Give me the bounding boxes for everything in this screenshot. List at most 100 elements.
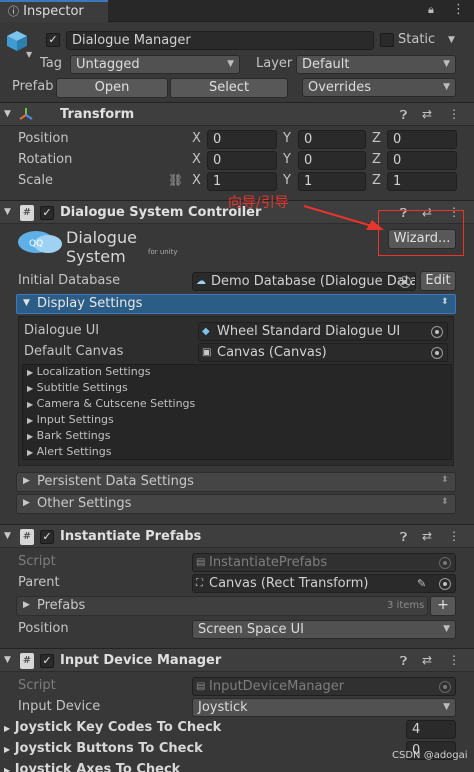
object-picker-icon[interactable]: [439, 578, 451, 590]
idm-enabled-checkbox[interactable]: ✓: [40, 654, 54, 668]
edit-button[interactable]: Edit: [420, 271, 456, 291]
prefabs-label: Prefabs: [37, 598, 86, 613]
scale-z-input[interactable]: 1: [387, 172, 457, 191]
rotation-label: Rotation: [18, 152, 73, 167]
script-file-icon: ▤: [196, 557, 206, 568]
static-checkbox[interactable]: [380, 33, 394, 47]
tag-dropdown[interactable]: Untagged ▼: [70, 55, 240, 74]
object-picker-icon[interactable]: [431, 347, 443, 359]
position-z-input[interactable]: 0: [387, 130, 457, 149]
annotation-label: 向导/引导: [228, 195, 289, 211]
database-icon: ☁︎: [196, 276, 206, 287]
presets-icon[interactable]: ⇄: [422, 529, 432, 543]
prefab-cube-icon: ◆: [202, 326, 210, 337]
object-picker-icon: [439, 557, 451, 569]
other-settings-foldout[interactable]: ▶ Other Settings ⬍: [16, 494, 456, 514]
joystick-buttons-label: Joystick Buttons To Check: [14, 741, 203, 756]
dialogue-ui-field[interactable]: ◆ Wheel Standard Dialogue UI: [198, 322, 448, 341]
input-device-manager-header[interactable]: ▼ # ✓ Input Device Manager ❓︎ ⇄ ⋮: [0, 648, 474, 672]
active-checkbox[interactable]: ✓: [46, 33, 60, 47]
overrides-value: Overrides: [308, 80, 372, 95]
prefab-select-button[interactable]: Select: [170, 78, 288, 98]
gameobject-name-input[interactable]: Dialogue Manager: [66, 31, 374, 50]
constrain-proportions-icon[interactable]: ⛓︎: [168, 173, 183, 187]
joystick-axes-label: Joystick Axes To Check: [14, 762, 181, 772]
initial-database-field[interactable]: ☁︎ Demo Database (Dialogue Data: [192, 272, 416, 291]
reorder-icon: ⬍: [441, 475, 449, 485]
ip-enabled-checkbox[interactable]: ✓: [40, 530, 54, 544]
tab-inspector[interactable]: ⓘ Inspector: [0, 0, 108, 22]
tab-label: Inspector: [23, 4, 84, 19]
display-settings-foldout[interactable]: ▼ Display Settings ⬍: [16, 294, 456, 314]
help-icon[interactable]: ❓︎: [400, 654, 407, 669]
input-device-dropdown[interactable]: Joystick ▼: [192, 698, 456, 717]
wizard-button[interactable]: Wizard...: [388, 229, 456, 249]
bark-settings-foldout[interactable]: ▶ Bark Settings: [27, 429, 110, 442]
prefab-overrides-dropdown[interactable]: Overrides ▼: [302, 78, 456, 97]
camera-cutscene-settings-foldout[interactable]: ▶ Camera & Cutscene Settings: [27, 397, 195, 410]
persistent-data-settings-foldout[interactable]: ▶ Persistent Data Settings ⬍: [16, 472, 456, 492]
help-icon[interactable]: ❓︎: [400, 108, 407, 123]
layer-dropdown[interactable]: Default ▼: [296, 55, 456, 74]
axis-z-label: Z: [372, 173, 381, 188]
presets-icon[interactable]: ⇄: [422, 107, 432, 121]
axis-y-label: Y: [283, 131, 291, 146]
context-menu-icon[interactable]: ⋮: [448, 107, 460, 121]
position-x-input[interactable]: 0: [207, 130, 277, 149]
help-icon[interactable]: ❓︎: [400, 530, 407, 545]
dsc-enabled-checkbox[interactable]: ✓: [40, 206, 54, 220]
scale-y-input[interactable]: 1: [298, 172, 366, 191]
idm-script-field: ▤ InputDeviceManager: [192, 677, 456, 696]
static-dropdown-caret[interactable]: ▼: [448, 35, 455, 45]
other-settings-label: Other Settings: [37, 496, 132, 511]
instantiate-prefabs-header[interactable]: ▼ # ✓ Instantiate Prefabs ❓︎ ⇄ ⋮: [0, 524, 474, 548]
ip-position-label: Position: [18, 621, 69, 636]
localization-settings-foldout[interactable]: ▶ Localization Settings: [27, 365, 150, 378]
context-menu-icon[interactable]: ⋮: [448, 653, 460, 667]
parent-field[interactable]: ⛶ Canvas (Rect Transform) ✎: [192, 574, 456, 593]
ip-position-dropdown[interactable]: Screen Space UI ▼: [192, 620, 456, 639]
foldout-arrow-icon: ▼: [23, 298, 30, 308]
position-y-input[interactable]: 0: [298, 130, 366, 149]
presets-icon[interactable]: ⇄: [422, 653, 432, 667]
object-picker-icon[interactable]: [399, 276, 411, 288]
rotation-x-input[interactable]: 0: [207, 151, 277, 170]
svg-text:QQ: QQ: [29, 239, 43, 249]
rotation-y-input[interactable]: 0: [298, 151, 366, 170]
joystick-axes-foldout[interactable]: ▶ Joystick Axes To Check: [4, 762, 180, 772]
icon-dropdown-caret[interactable]: ▼: [26, 50, 32, 59]
foldout-arrow-icon: ▶: [23, 476, 30, 486]
default-canvas-field[interactable]: ▣ Canvas (Canvas): [198, 343, 448, 362]
prefabs-foldout[interactable]: ▶ Prefabs 3 items: [16, 596, 428, 616]
alert-settings-foldout[interactable]: ▶ Alert Settings: [27, 445, 111, 458]
subsettings-list: ▶ Localization Settings ▶ Subtitle Setti…: [22, 364, 452, 460]
subtitle-settings-foldout[interactable]: ▶ Subtitle Settings: [27, 381, 128, 394]
kebab-menu-icon[interactable]: ⋮: [452, 2, 465, 17]
add-prefab-button[interactable]: +: [430, 596, 456, 616]
pencil-icon[interactable]: ✎: [417, 575, 426, 592]
dialogue-system-logo: QQ Dialogue System for unity: [16, 226, 196, 266]
transform-header[interactable]: ▼ Transform ❓︎ ⇄ ⋮: [0, 102, 474, 126]
logo-subtitle: for unity: [148, 248, 178, 256]
rotation-z-input[interactable]: 0: [387, 151, 457, 170]
context-menu-icon[interactable]: ⋮: [448, 529, 460, 543]
input-device-value: Joystick: [198, 700, 248, 715]
object-picker-icon[interactable]: [431, 326, 443, 338]
ip-script-field: ▤ InstantiatePrefabs: [192, 553, 456, 572]
object-picker-icon: [439, 681, 451, 693]
watermark: CSDN @adogai: [392, 750, 468, 761]
joystick-keycodes-size-input[interactable]: 4: [406, 720, 456, 739]
parent-value: Canvas (Rect Transform): [209, 576, 369, 591]
foldout-arrow-icon: ▶: [23, 498, 30, 508]
input-settings-foldout[interactable]: ▶ Input Settings: [27, 413, 114, 426]
ip-title: Instantiate Prefabs: [60, 529, 202, 544]
joystick-buttons-foldout[interactable]: ▶ Joystick Buttons To Check: [4, 741, 203, 756]
parent-label: Parent: [18, 575, 60, 590]
info-icon: ⓘ: [8, 5, 19, 18]
rect-transform-icon: ⛶: [196, 578, 203, 589]
joystick-keycodes-foldout[interactable]: ▶ Joystick Key Codes To Check: [4, 720, 221, 735]
prefab-open-button[interactable]: Open: [56, 78, 168, 98]
lock-icon[interactable]: 🔒︎: [428, 3, 434, 17]
scale-x-input[interactable]: 1: [207, 172, 277, 191]
ip-position-value: Screen Space UI: [198, 622, 304, 637]
